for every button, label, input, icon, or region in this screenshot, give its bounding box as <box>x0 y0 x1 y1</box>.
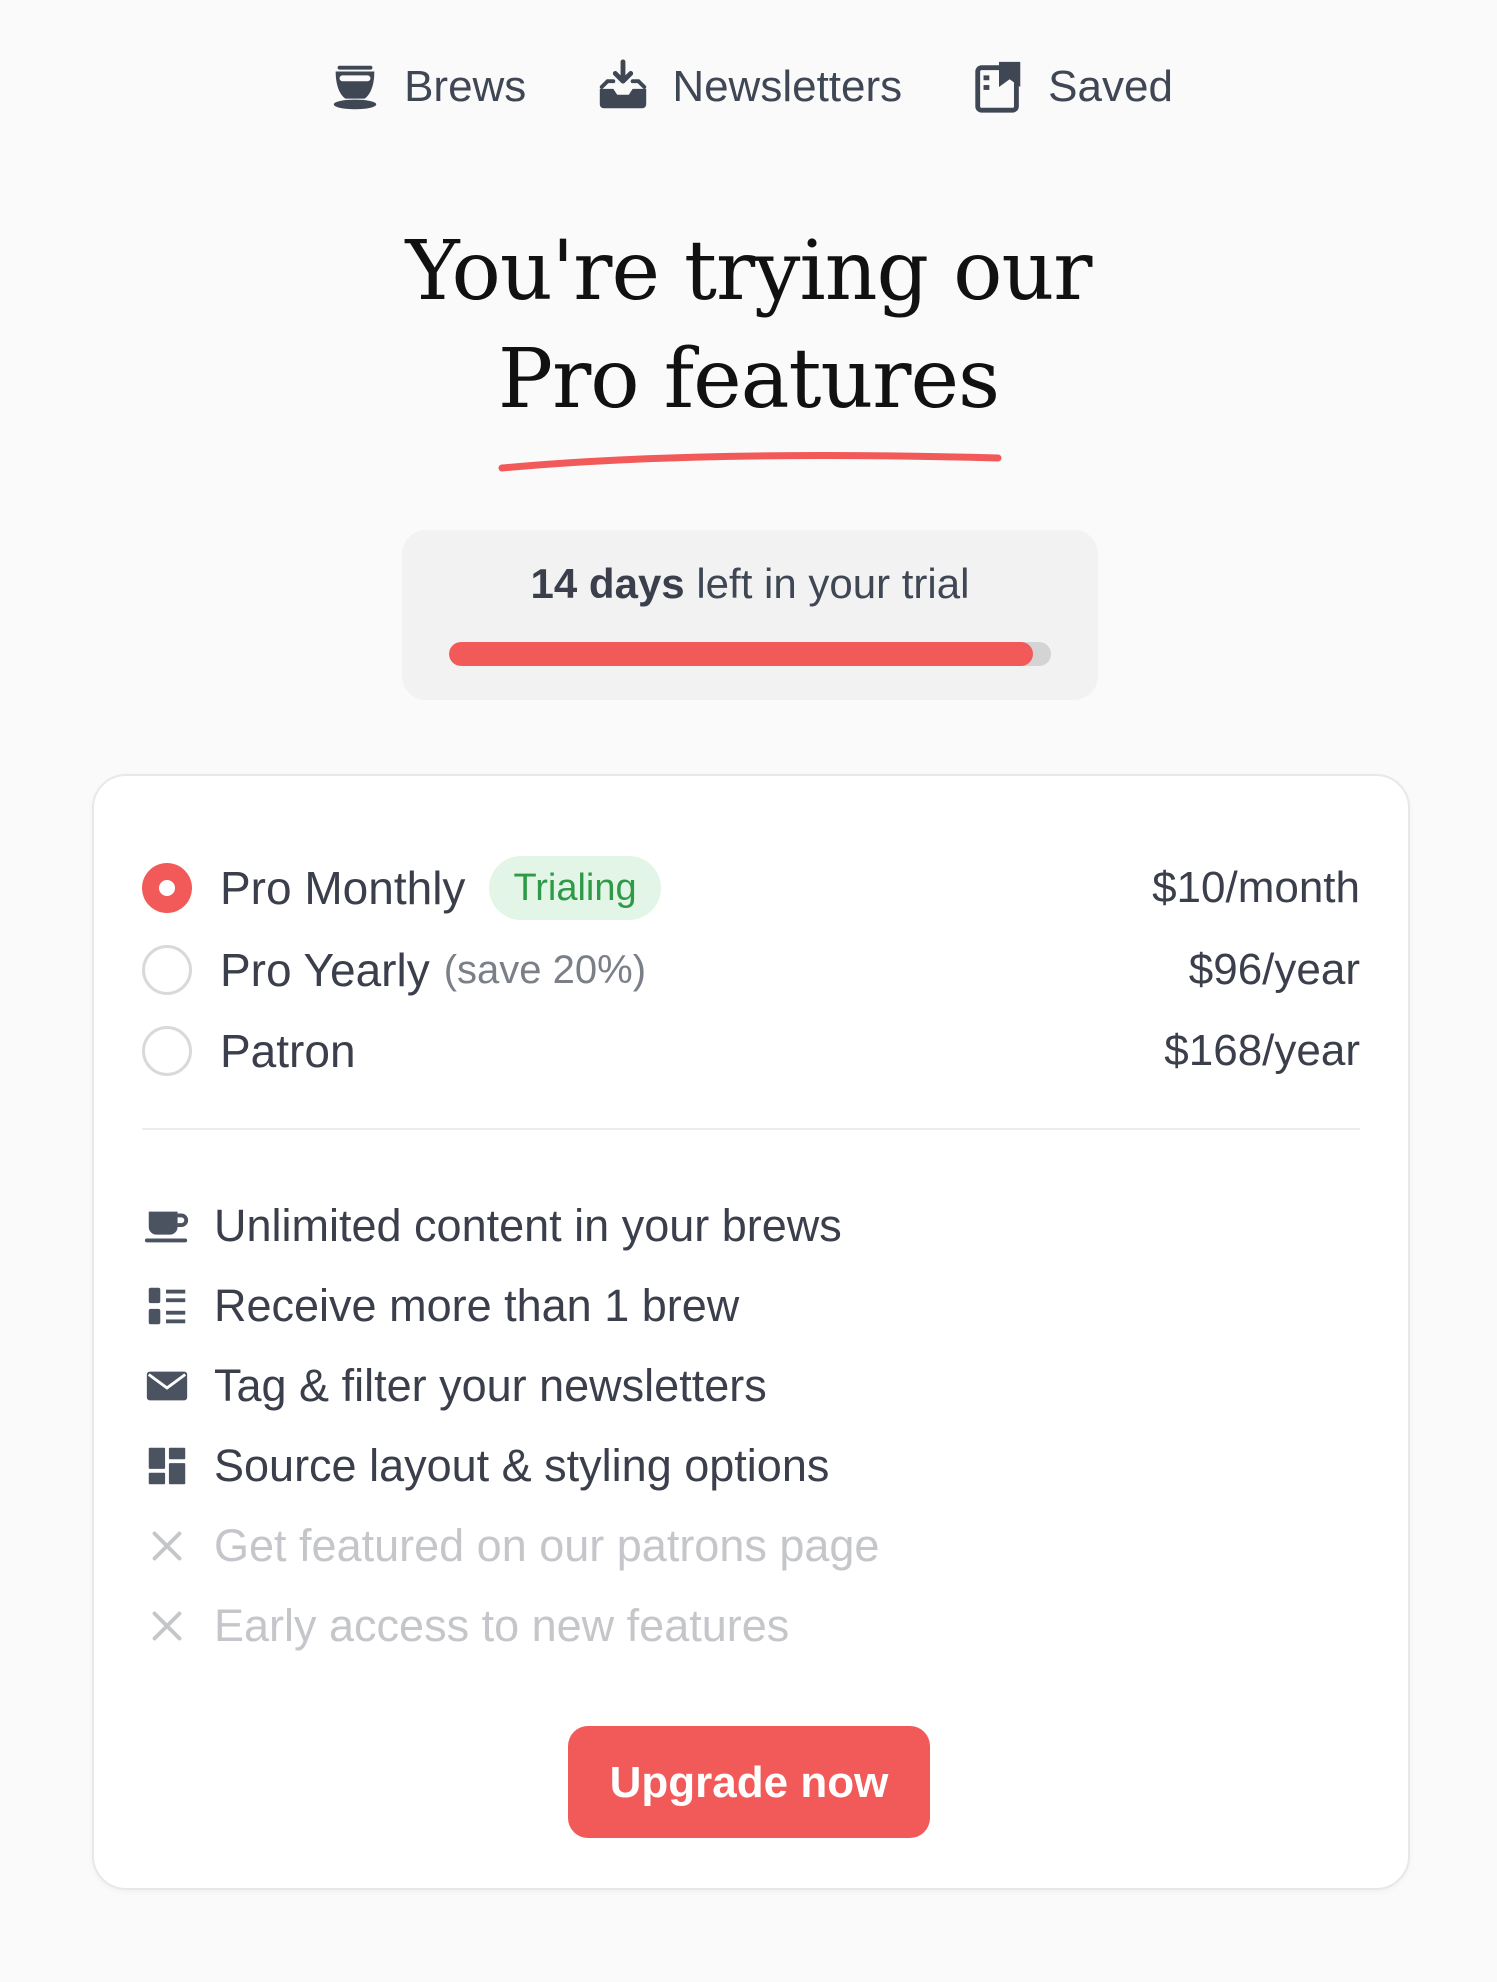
envelope-icon <box>142 1361 192 1411</box>
feature-item: Receive more than 1 brew <box>142 1274 739 1338</box>
plan-radio-pro-monthly[interactable] <box>142 863 192 913</box>
feature-item: Source layout & styling options <box>142 1434 829 1498</box>
feature-text: Unlimited content in your brews <box>214 1200 842 1251</box>
nav-label-saved: Saved <box>1048 62 1173 111</box>
status-badge: Trialing <box>489 856 661 920</box>
feature-item-excluded: Early access to new features <box>142 1594 789 1658</box>
teacup-icon <box>324 56 386 118</box>
plan-name: Patron <box>220 1025 356 1077</box>
page-title: You're trying our Pro features <box>0 218 1497 434</box>
nav-label-newsletters: Newsletters <box>672 62 903 111</box>
plan-option-pro-yearly[interactable]: Pro Yearly (save 20%) $96/year <box>142 938 1360 1002</box>
nav-item-brews[interactable]: Brews <box>324 56 526 118</box>
plan-price: $10/month <box>1152 863 1360 912</box>
feature-text: Source layout & styling options <box>214 1440 830 1491</box>
plan-option-pro-monthly[interactable]: Pro Monthly Trialing $10/month <box>142 856 1360 920</box>
page-title-line-2: Pro features <box>497 332 1000 427</box>
bookmark-note-icon <box>968 56 1030 118</box>
trial-progress-bar <box>449 642 1051 666</box>
feature-text: Tag & filter your newsletters <box>214 1360 767 1411</box>
feature-text: Early access to new features <box>214 1600 790 1651</box>
plan-radio-pro-yearly[interactable] <box>142 945 192 995</box>
trial-status-text: 14 days left in your trial <box>402 560 1098 608</box>
layout-icon <box>142 1441 192 1491</box>
title-underline-decoration <box>498 452 1002 472</box>
plan-savings-note: (save 20%) <box>443 947 647 992</box>
inbox-download-icon <box>592 56 654 118</box>
nav-item-saved[interactable]: Saved <box>968 56 1173 118</box>
plan-price: $96/year <box>1188 945 1360 994</box>
feature-item-excluded: Get featured on our patrons page <box>142 1514 879 1578</box>
nav-item-newsletters[interactable]: Newsletters <box>592 56 902 118</box>
top-nav: Brews Newsletters Saved <box>0 56 1497 118</box>
trial-status-box: 14 days left in your trial <box>402 530 1098 700</box>
feature-text: Receive more than 1 brew <box>214 1280 740 1331</box>
plan-option-patron[interactable]: Patron $168/year <box>142 1019 1360 1083</box>
feature-item: Tag & filter your newsletters <box>142 1354 767 1418</box>
page-title-line-1: You're trying our <box>405 224 1093 319</box>
coffee-cup-icon <box>142 1201 192 1251</box>
trial-days-left: 14 days <box>530 560 685 607</box>
x-icon <box>142 1521 192 1571</box>
plan-name: Pro Yearly <box>220 944 430 996</box>
feature-text: Get featured on our patrons page <box>214 1520 880 1571</box>
trial-progress-fill <box>449 642 1033 666</box>
upgrade-now-button[interactable]: Upgrade now <box>568 1726 930 1838</box>
trial-suffix: left in your trial <box>684 560 970 607</box>
divider <box>142 1128 1360 1130</box>
plan-price: $168/year <box>1164 1026 1360 1075</box>
plan-radio-patron[interactable] <box>142 1026 192 1076</box>
feature-item: Unlimited content in your brews <box>142 1194 842 1258</box>
list-icon <box>142 1281 192 1331</box>
plan-name: Pro Monthly <box>220 862 466 914</box>
x-icon <box>142 1601 192 1651</box>
plan-card: Pro Monthly Trialing $10/month Pro Yearl… <box>92 774 1410 1890</box>
nav-label-brews: Brews <box>404 62 527 111</box>
